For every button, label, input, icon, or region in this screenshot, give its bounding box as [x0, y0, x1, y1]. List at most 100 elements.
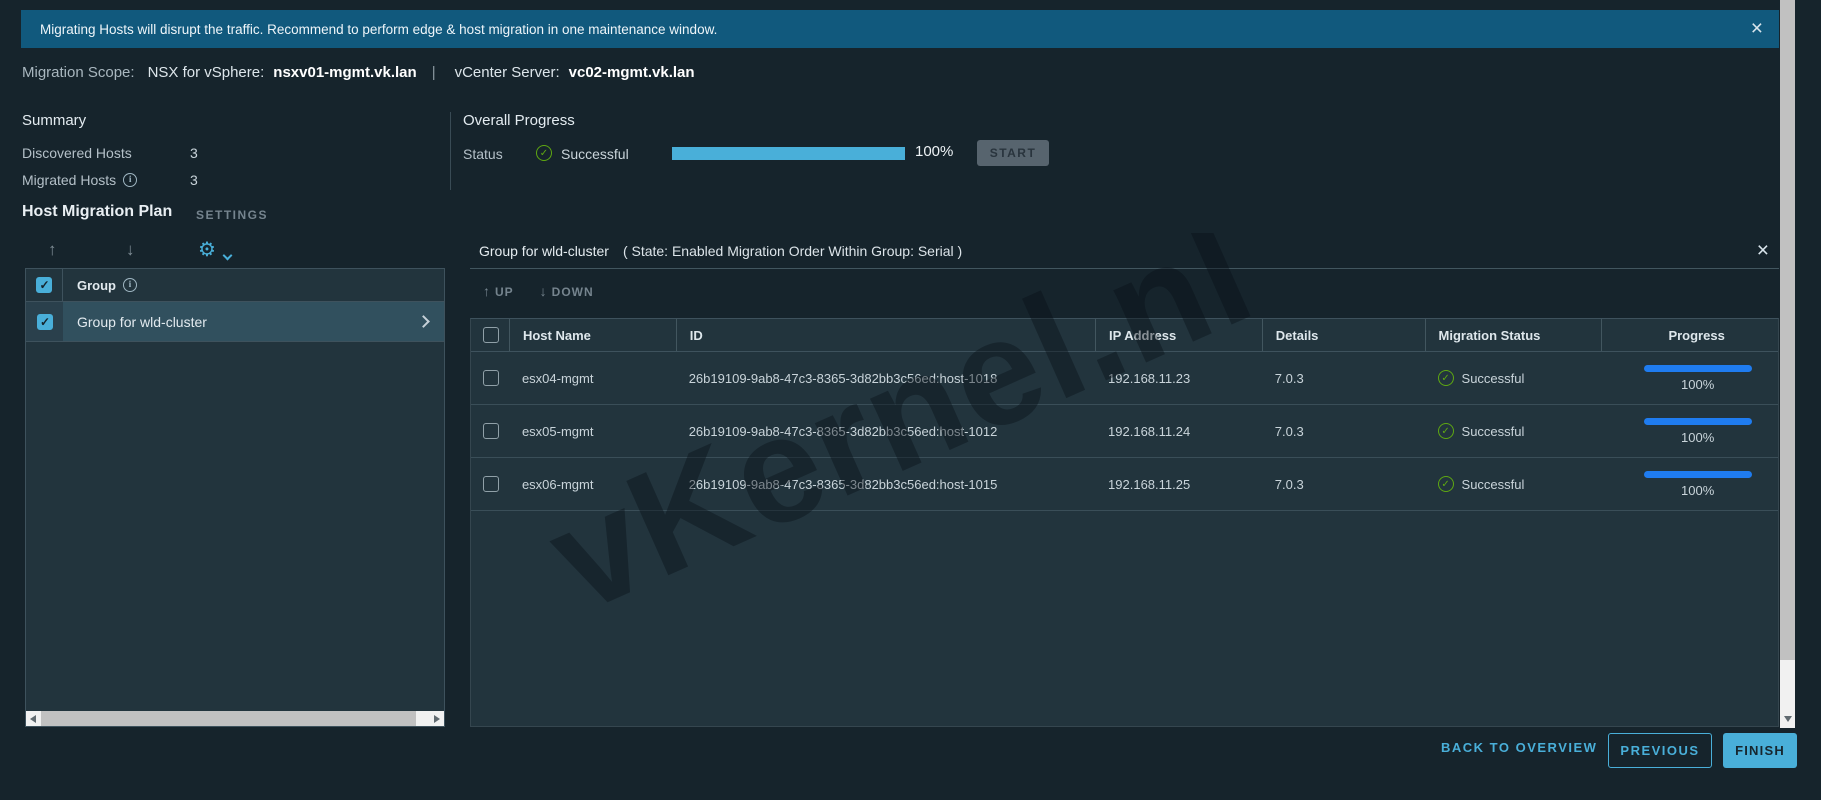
group-row[interactable]: Group for wld-cluster — [26, 302, 444, 342]
vertical-scrollbar[interactable] — [1780, 0, 1795, 728]
host-id-cell: 26b19109-9ab8-47c3-8365-3d82bb3c56ed:hos… — [688, 370, 998, 386]
table-row[interactable]: esx04-mgmt 26b19109-9ab8-47c3-8365-3d82b… — [471, 352, 1778, 405]
host-details-cell: 7.0.3 — [1274, 370, 1304, 386]
down-button[interactable]: ↓ DOWN — [540, 283, 594, 299]
close-icon[interactable]: × — [1751, 18, 1763, 39]
groups-panel: Group i Group for wld-cluster — [25, 268, 445, 727]
chevron-down-icon[interactable] — [222, 246, 233, 264]
check-circle-icon: ✓ — [1437, 423, 1454, 439]
up-button[interactable]: ↑ UP — [483, 283, 514, 299]
summary-section: Summary Discovered Hosts 3 Migrated Host… — [22, 112, 442, 193]
overall-progress-percent: 100% — [915, 143, 954, 160]
groups-table-header: Group i — [26, 269, 444, 302]
check-circle-icon: ✓ — [1437, 370, 1454, 386]
overall-progress-bar — [672, 147, 905, 160]
migration-status-header: Migration Status — [1424, 319, 1602, 351]
finish-button[interactable]: FINISH — [1723, 733, 1797, 768]
info-banner: Migrating Hosts will disrupt the traffic… — [21, 10, 1779, 48]
page-title: Host Migration Plan — [22, 203, 173, 220]
migration-status-cell: ✓ Successful — [1425, 352, 1602, 404]
host-ip-cell: 192.168.11.23 — [1108, 370, 1191, 386]
host-order-toolbar: ↑ UP ↓ DOWN — [483, 283, 594, 299]
status-value: Successful — [561, 146, 629, 162]
host-ip-cell: 192.168.11.24 — [1108, 423, 1191, 439]
progress-cell: 100% — [1601, 458, 1778, 510]
host-ip-cell: 192.168.11.25 — [1108, 476, 1191, 492]
vertical-scrollbar-thumb[interactable] — [1780, 0, 1795, 660]
chevron-right-icon — [417, 315, 430, 328]
host-progress-bar — [1643, 417, 1752, 425]
overall-progress-section: Overall Progress Status ✓ Successful 100… — [463, 112, 1163, 182]
migration-scope-bar: Migration Scope: NSX for vSphere: nsxv01… — [22, 64, 695, 81]
group-checkbox[interactable] — [36, 313, 53, 330]
migration-scope-label: Migration Scope: — [22, 64, 135, 81]
progress-header: Progress — [1601, 319, 1778, 351]
move-group-up-icon[interactable]: ↑ — [48, 240, 57, 260]
scroll-down-icon[interactable] — [1784, 716, 1792, 722]
move-group-down-icon[interactable]: ↓ — [126, 240, 135, 260]
host-progress-bar — [1643, 470, 1752, 478]
select-all-hosts-cell — [471, 319, 509, 351]
host-name-cell: esx06-mgmt — [521, 476, 594, 492]
down-label: DOWN — [551, 285, 594, 299]
nsx-label: NSX for vSphere: — [147, 64, 265, 81]
overall-progress-title: Overall Progress — [463, 112, 575, 129]
migration-status-text: Successful — [1461, 370, 1525, 386]
back-to-overview-button[interactable]: BACK TO OVERVIEW — [1441, 740, 1597, 755]
progress-cell: 100% — [1601, 405, 1778, 457]
host-checkbox[interactable] — [483, 370, 499, 386]
horizontal-scrollbar-thumb[interactable] — [41, 711, 416, 726]
gear-icon[interactable]: ⚙ — [198, 237, 216, 262]
id-header: ID — [675, 319, 1095, 351]
group-column-label: Group — [77, 277, 116, 293]
group-column-header: Group i — [63, 278, 137, 293]
migrated-hosts-label: Migrated Hosts — [22, 171, 117, 188]
host-id-cell: 26b19109-9ab8-47c3-8365-3d82bb3c56ed:hos… — [688, 476, 998, 492]
host-details-cell: 7.0.3 — [1274, 476, 1304, 492]
up-label: UP — [495, 285, 514, 299]
table-row[interactable]: esx05-mgmt 26b19109-9ab8-47c3-8365-3d82b… — [471, 405, 1778, 458]
previous-button[interactable]: PREVIOUS — [1608, 733, 1712, 768]
select-all-checkbox[interactable] — [36, 277, 52, 293]
host-checkbox[interactable] — [483, 476, 499, 492]
group-detail-header: Group for wld-cluster ( State: Enabled M… — [470, 233, 1779, 269]
info-icon[interactable]: i — [123, 172, 138, 187]
migrated-hosts-value: 3 — [190, 171, 198, 188]
progress-cell: 100% — [1601, 352, 1778, 404]
groups-panel-filler — [26, 342, 444, 711]
settings-link[interactable]: SETTINGS — [196, 208, 268, 222]
down-arrow-icon: ↓ — [539, 283, 548, 299]
scroll-left-icon[interactable] — [30, 715, 36, 723]
select-all-cell — [26, 269, 63, 301]
info-icon[interactable]: i — [123, 278, 137, 292]
host-checkbox-cell — [471, 352, 509, 404]
table-row[interactable]: esx06-mgmt 26b19109-9ab8-47c3-8365-3d82b… — [471, 458, 1778, 511]
details-header: Details — [1261, 319, 1425, 351]
migration-status-cell: ✓ Successful — [1425, 458, 1602, 510]
check-circle-icon: ✓ — [1437, 476, 1454, 492]
scope-separator: | — [431, 64, 436, 81]
migration-status-text: Successful — [1461, 423, 1525, 439]
discovered-hosts-value: 3 — [190, 144, 198, 161]
select-all-hosts-checkbox[interactable] — [483, 327, 499, 343]
overall-progress-fill — [672, 147, 905, 160]
host-progress-percent: 100% — [1681, 482, 1715, 498]
host-checkbox-cell — [471, 458, 509, 510]
start-button[interactable]: START — [977, 140, 1049, 166]
check-circle-icon: ✓ — [536, 145, 552, 161]
hosts-table: Host Name ID IP Address Details Migratio… — [470, 318, 1779, 727]
close-icon[interactable]: × — [1757, 240, 1769, 261]
summary-progress-divider — [450, 112, 451, 190]
host-name-cell: esx04-mgmt — [521, 370, 594, 386]
hosts-table-header: Host Name ID IP Address Details Migratio… — [471, 319, 1778, 352]
host-checkbox-cell — [471, 405, 509, 457]
nsx-value: nsxv01-mgmt.vk.lan — [273, 64, 417, 81]
hosts-table-filler — [471, 511, 1778, 726]
discovered-hosts-label: Discovered Hosts — [22, 144, 132, 161]
host-name-header: Host Name — [508, 319, 676, 351]
horizontal-scrollbar[interactable] — [26, 711, 444, 726]
banner-message: Migrating Hosts will disrupt the traffic… — [40, 21, 718, 37]
host-id-cell: 26b19109-9ab8-47c3-8365-3d82bb3c56ed:hos… — [688, 423, 998, 439]
scroll-right-icon[interactable] — [434, 715, 440, 723]
host-checkbox[interactable] — [483, 423, 499, 439]
